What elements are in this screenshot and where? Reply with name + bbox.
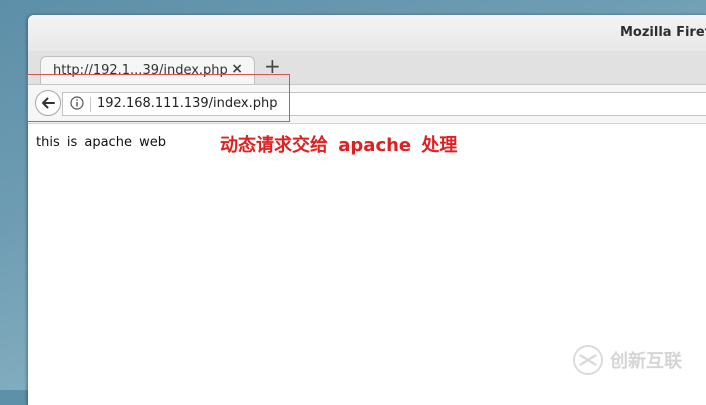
watermark-logo-icon [573, 345, 603, 375]
annotation-highlight-box [27, 74, 290, 122]
title-bar: Mozilla Firefox [28, 15, 706, 51]
watermark-text: 创新互联 [610, 351, 682, 372]
annotation-label: 动态请求交给 apache 处理 [220, 135, 458, 156]
watermark: 创新互联 [572, 344, 682, 376]
page-body-text: this is apache web [36, 135, 166, 150]
window-title: Mozilla Firefox [620, 25, 706, 40]
